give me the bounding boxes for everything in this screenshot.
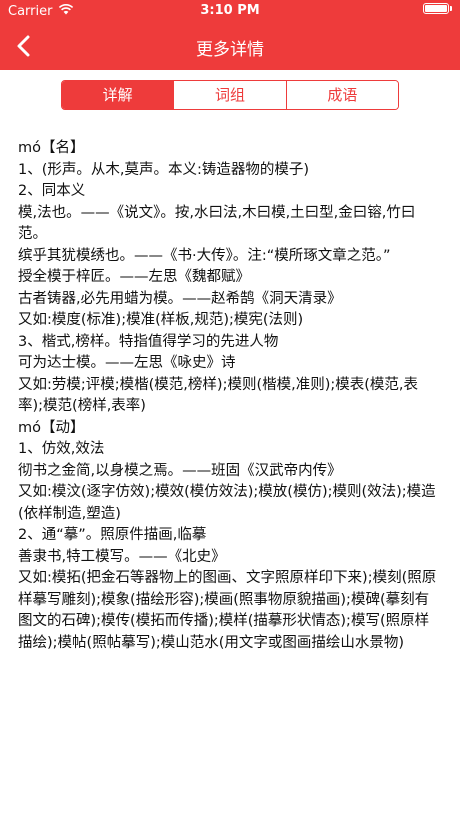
content-line: 又如:模汶(逐字仿效);模效(模仿效法);模放(模仿);模则(效法);模造(依样…: [18, 484, 436, 522]
status-right: [423, 3, 452, 14]
status-bar: Carrier 3:10 PM: [0, 0, 460, 22]
segmented-control: 详解 词组 成语: [61, 80, 399, 110]
status-time: 3:10 PM: [200, 3, 260, 18]
content-line: 1、(形声。从木,莫声。本义:铸造器物的模子): [18, 161, 310, 178]
definition-content: mó【名】 1、(形声。从木,莫声。本义:铸造器物的模子) 2、同本义 模,法也…: [0, 110, 460, 654]
content-line: 又如:模度(标准);模准(样板,规范);模宪(法则): [18, 312, 304, 328]
nav-bar: 更多详情: [0, 22, 460, 70]
content-line: 又如:劳模;评模;模楷(模范,榜样);模则(楷模,准则);模表(模范,表率);模…: [18, 376, 419, 415]
battery-icon: [423, 3, 449, 14]
tab-phrases[interactable]: 词组: [173, 81, 286, 109]
content-line: 2、同本义: [18, 183, 86, 199]
content-line: 授全模于梓匠。——左思《魏都赋》: [18, 269, 250, 285]
content-line: 缤乎其犹模绣也。——《书·大传》。注:“模所琢文章之范。”: [18, 247, 391, 264]
content-line: 模,法也。——《说文》。按,水曰法,木曰模,土曰型,金曰镕,竹曰范。: [18, 204, 416, 243]
content-line: 善隶书,特工模写。——《北史》: [18, 548, 226, 565]
content-line: 2、通“摹”。照原件描画,临摹: [18, 527, 207, 543]
content-line: mó【名】: [18, 140, 85, 156]
tab-idioms[interactable]: 成语: [285, 81, 398, 109]
content-line: 可为达士模。——左思《咏史》诗: [18, 355, 236, 371]
content-line: 彻书之金简,以身模之焉。——班固《汉武帝内传》: [18, 462, 342, 479]
content-line: 1、仿效,效法: [18, 441, 105, 457]
page-title: 更多详情: [196, 40, 264, 60]
battery-cap: [450, 6, 452, 11]
content-line: mó【动】: [18, 419, 85, 436]
content-line: 又如:模拓(把金石等器物上的图画、文字照原样印下来);模刻(照原样摹写雕刻);模…: [18, 570, 437, 651]
content-line: 古者铸器,必先用蜡为模。——赵希鹄《洞天清录》: [18, 290, 342, 307]
tab-detail[interactable]: 详解: [62, 81, 174, 109]
content-line: 3、楷式,榜样。特指值得学习的先进人物: [18, 333, 279, 350]
header: Carrier 3:10 PM 更多详情: [0, 0, 460, 70]
